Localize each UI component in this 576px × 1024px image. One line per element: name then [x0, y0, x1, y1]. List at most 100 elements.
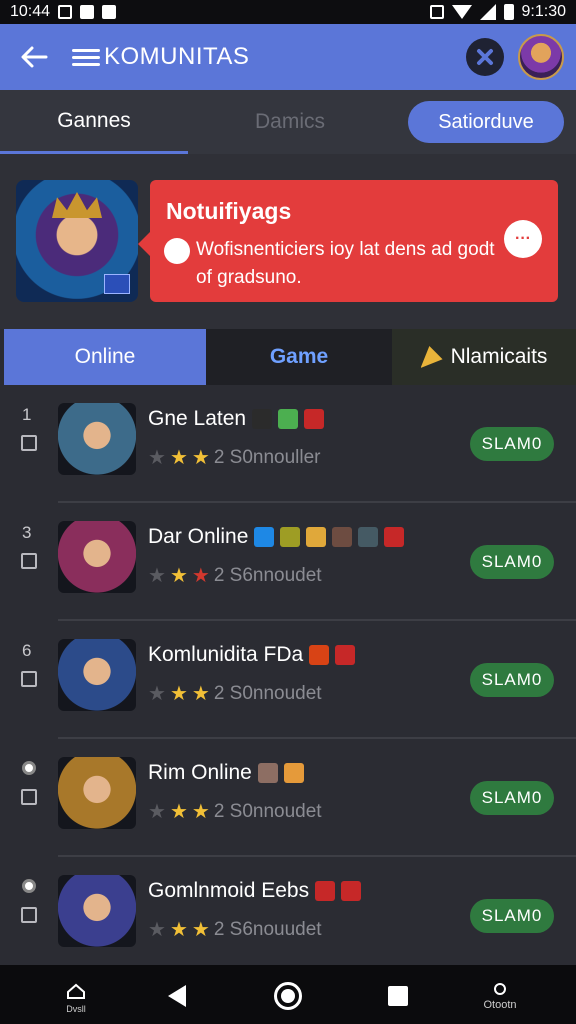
mini-badge-icon [306, 527, 327, 547]
star-icon: ★ [169, 919, 188, 941]
chat-icon[interactable]: ··· [504, 220, 542, 258]
tab-game[interactable]: Game [206, 329, 392, 385]
star-icon: ★ [148, 447, 166, 469]
game-name: Komlunidita FDa [148, 643, 304, 666]
star-icon: ★ [169, 801, 188, 823]
mini-badge-icon [254, 527, 275, 547]
game-thumbnail [58, 757, 136, 829]
nav-extra-button[interactable]: Otootn [478, 983, 522, 1011]
rating-text: 2 S6nouudet [213, 918, 322, 940]
mini-badge-icon [283, 763, 304, 783]
item-checkbox[interactable] [21, 553, 37, 569]
notification-title: Notuifiyags [166, 198, 292, 224]
game-thumbnail [58, 875, 136, 947]
page-title: KOMUNITAS [104, 43, 250, 70]
list-item[interactable]: 3 Dar Online ★ ★ ★ 2 S6nnoudet SLAM0 [0, 503, 576, 621]
star-icon: ★ [191, 447, 210, 469]
mini-badge-icon [280, 527, 301, 547]
status-time: 10:44 [10, 3, 51, 20]
nav-home-circle-icon[interactable] [274, 982, 302, 1010]
item-checkbox[interactable] [21, 789, 37, 805]
mini-badge-icon [252, 409, 273, 429]
top-tabs: Gannes Damics Satiorduve [0, 90, 576, 154]
badge-icon [104, 274, 130, 294]
avatar[interactable] [518, 34, 564, 80]
status-bar: 10:44 9:1:30 [0, 0, 576, 24]
list-item[interactable]: Rim Online ★ ★ ★ 2 S0nnoudet SLAM0 [0, 739, 576, 857]
mini-badge-icon [278, 409, 299, 429]
close-button[interactable] [466, 38, 504, 76]
list-item[interactable]: Gomlnmoid Eebs ★ ★ ★ 2 S6nouudet SLAM0 [0, 857, 576, 975]
wifi-icon [451, 5, 472, 19]
slam-button[interactable]: SLAM0 [470, 781, 554, 815]
slam-button[interactable]: SLAM0 [470, 545, 554, 579]
nav-back-icon[interactable] [168, 985, 186, 1007]
game-list: 1 Gne Laten ★ ★ ★ 2 S0nnouller SLAM0 3 Dar Onlin… [0, 385, 576, 965]
game-thumbnail [58, 639, 136, 711]
rating-text: 2 S0nnouller [213, 446, 321, 468]
back-arrow-icon[interactable] [12, 35, 56, 79]
hero-image [16, 180, 138, 302]
segment-tabs: Online Game Nlamicaits [4, 329, 576, 385]
item-checkbox[interactable] [21, 907, 37, 923]
star-icon: ★ [169, 683, 188, 705]
nav-extra-label: Otootn [483, 999, 517, 1011]
mini-badge-icon [257, 763, 278, 783]
slam-button[interactable]: SLAM0 [470, 899, 554, 933]
navigation-bar: Dvsll Otootn [0, 965, 576, 1024]
item-index: 1 [22, 405, 32, 424]
slam-button[interactable]: SLAM0 [470, 663, 554, 697]
nav-home-button[interactable]: Dvsll [62, 983, 90, 1014]
notification-card[interactable]: Notuifiyags Wofisnenticiers ioy lat dens… [138, 180, 558, 302]
rating-row: ★ ★ ★ 2 S0nnoudet [148, 799, 322, 824]
star-icon: ★ [148, 801, 166, 823]
game-name: Gne Laten [148, 407, 247, 430]
mini-badge-icon [309, 645, 330, 665]
menu-icon[interactable] [72, 43, 100, 71]
item-index: 6 [22, 641, 32, 660]
tab-online[interactable]: Online [4, 329, 206, 385]
item-index: 3 [22, 523, 32, 542]
rating-text: 2 S0nnoudet [213, 682, 322, 704]
item-checkbox[interactable] [21, 435, 37, 451]
tab-other[interactable]: Nlamicaits [392, 329, 576, 385]
battery-icon [503, 4, 514, 20]
mini-badge-icon [358, 527, 379, 547]
tab-pill-button[interactable]: Satiorduve [408, 101, 564, 143]
rating-text: 2 S0nnoudet [213, 800, 322, 822]
slam-button[interactable]: SLAM0 [470, 427, 554, 461]
edit-notification-icon [80, 5, 95, 19]
mini-badge-icon [304, 409, 325, 429]
nav-extra-icon [494, 983, 506, 995]
star-icon: ★ [191, 565, 210, 587]
item-radio[interactable] [22, 761, 36, 775]
nav-home-label: Dvsll [66, 1004, 86, 1014]
crown-icon [52, 192, 102, 218]
notification-text: Wofisnenticiers ioy lat dens ad godt of … [196, 239, 495, 288]
list-item[interactable]: 1 Gne Laten ★ ★ ★ 2 S0nnouller SLAM0 [0, 385, 576, 503]
tab-dynamics[interactable]: Damics [188, 90, 392, 154]
game-name-row: Rim Online [148, 761, 304, 785]
home-icon [67, 983, 85, 999]
tag-icon [164, 238, 190, 264]
image-notification-icon [58, 5, 73, 19]
mini-badge-icon [315, 881, 336, 901]
item-radio[interactable] [22, 879, 36, 893]
mini-badge-icon [384, 527, 405, 547]
game-thumbnail [58, 521, 136, 593]
tab-games[interactable]: Gannes [0, 90, 188, 154]
star-icon: ★ [191, 919, 210, 941]
signal-icon [479, 4, 496, 20]
game-thumbnail [58, 403, 136, 475]
tab-other-label: Nlamicaits [450, 345, 548, 368]
list-item[interactable]: 6 Komlunidita FDa ★ ★ ★ 2 S0nnoudet SLAM0 [0, 621, 576, 739]
star-icon: ★ [169, 565, 188, 587]
game-name: Dar Online [148, 525, 249, 548]
d-notification-icon [102, 5, 117, 19]
nav-recents-icon[interactable] [388, 986, 408, 1006]
rating-text: 2 S6nnoudet [213, 564, 322, 586]
item-checkbox[interactable] [21, 671, 37, 687]
rating-row: ★ ★ ★ 2 S0nnouller [148, 445, 321, 470]
vibrate-icon [429, 5, 444, 19]
rating-row: ★ ★ ★ 2 S6nouudet [148, 917, 322, 942]
